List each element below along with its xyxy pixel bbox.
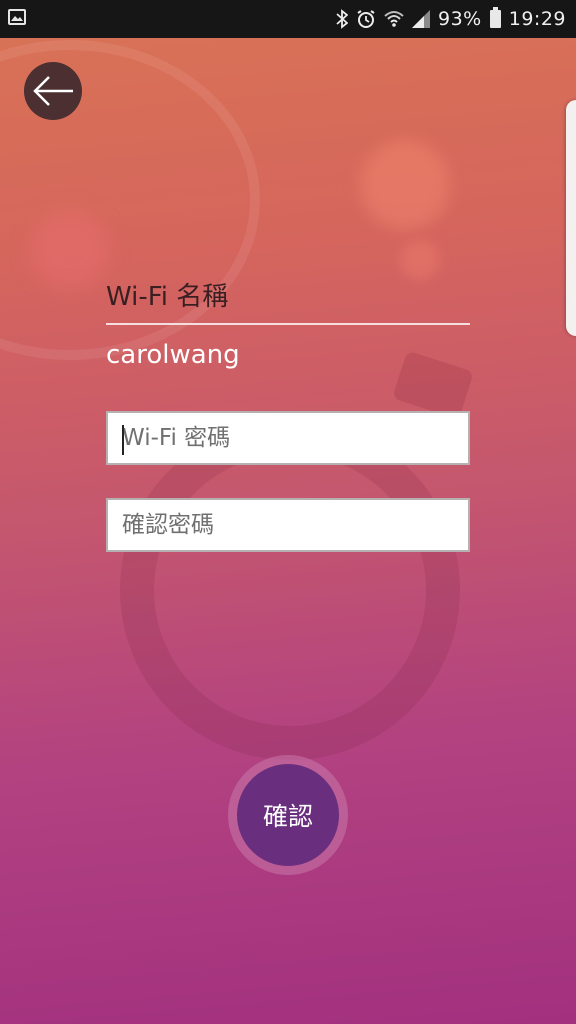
confirm-button[interactable]: 確認	[237, 764, 339, 866]
background-ring	[120, 420, 460, 760]
arrow-left-icon	[33, 76, 73, 106]
confirm-password-input[interactable]	[108, 500, 468, 550]
bokeh-light	[400, 240, 440, 280]
battery-percentage: 93%	[438, 8, 482, 30]
text-cursor	[122, 425, 124, 455]
signal-icon	[412, 10, 430, 28]
gallery-icon	[8, 9, 26, 25]
wifi-name-value: carolwang	[106, 340, 240, 370]
wifi-icon	[384, 11, 404, 27]
divider	[106, 323, 470, 325]
clock: 19:29	[508, 8, 566, 30]
bokeh-light	[360, 140, 450, 230]
confirm-password-field[interactable]	[106, 498, 470, 552]
bluetooth-icon	[336, 9, 348, 29]
status-bar: 93% 19:29	[0, 0, 576, 38]
wifi-name-label: Wi-Fi 名稱	[106, 282, 229, 312]
wifi-password-field[interactable]	[106, 411, 470, 465]
back-button[interactable]	[24, 62, 82, 120]
battery-icon	[489, 7, 501, 28]
edge-panel-handle[interactable]	[566, 100, 576, 336]
wifi-password-input[interactable]	[108, 413, 468, 463]
confirm-button-ring: 確認	[228, 755, 348, 875]
alarm-icon	[357, 10, 375, 28]
